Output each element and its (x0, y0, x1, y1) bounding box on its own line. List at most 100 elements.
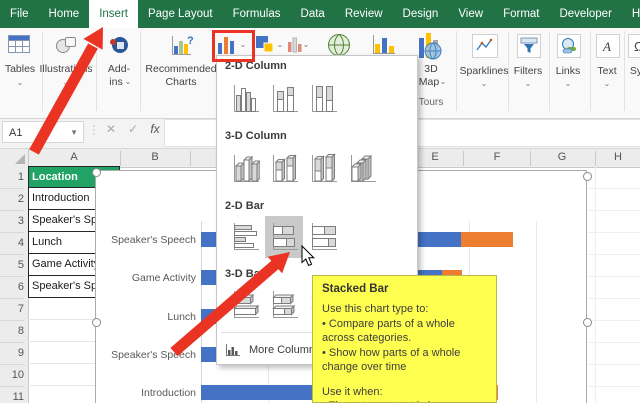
insert-hierarchy-chart-icon[interactable] (255, 34, 275, 56)
chart-handle[interactable] (583, 172, 592, 181)
name-box-dropdown-icon[interactable]: ▼ (70, 122, 78, 144)
group-divider (140, 31, 141, 111)
text-icon[interactable]: A (596, 34, 620, 58)
column-header-B[interactable]: B (151, 151, 158, 163)
3d-map-button[interactable]: 3D (424, 63, 437, 75)
maps-icon[interactable] (326, 33, 352, 57)
symbols-icon[interactable]: Ω (628, 34, 640, 58)
row-header-4[interactable]: 4 (0, 232, 24, 255)
chart-type-col3d-3d[interactable] (343, 148, 381, 190)
group-divider (549, 31, 550, 111)
menu-tab-view[interactable]: View (448, 0, 493, 28)
row-header-3[interactable]: 3 (0, 210, 24, 233)
chart-type-col3d-clustered[interactable] (226, 148, 264, 190)
tables-icon[interactable] (8, 35, 30, 54)
column-header-G[interactable]: G (558, 151, 567, 163)
chart-type-bar-clustered[interactable] (226, 216, 264, 258)
chart-type-col-100[interactable] (304, 78, 342, 120)
menu-tab-insert[interactable]: Insert (89, 0, 138, 28)
chart-handle[interactable] (92, 168, 101, 177)
column-header-E[interactable]: E (431, 151, 438, 163)
menu-tab-review[interactable]: Review (335, 0, 393, 28)
cancel-icon[interactable]: ✕ (102, 122, 120, 136)
row-header-9[interactable]: 9 (0, 342, 24, 365)
recommended-charts-button-line2[interactable]: Charts (166, 76, 197, 88)
row-header-8[interactable]: 8 (0, 320, 24, 343)
chart-type-bar-stacked[interactable] (265, 216, 303, 258)
add-ins-button-line2[interactable]: ins (109, 76, 122, 88)
gridline (28, 319, 95, 320)
chevron-down-icon[interactable]: ⌄ (277, 40, 284, 49)
name-box-value: A1 (9, 127, 22, 139)
chart-type-bar-100[interactable] (304, 216, 342, 258)
chart-type-col3d-stacked[interactable] (265, 148, 303, 190)
chart-type-bar3d-stacked[interactable] (265, 284, 303, 326)
group-divider (96, 31, 97, 111)
chart-category-label: Introduction (98, 387, 196, 399)
chart-type-col-clustered[interactable] (226, 78, 264, 120)
3d-map-button-line2[interactable]: Map (419, 76, 439, 88)
row-header-5[interactable]: 5 (0, 254, 24, 277)
col-stacked-icon (269, 83, 299, 115)
row-header-1[interactable]: 1 (0, 166, 24, 189)
chart-type-col3d-100[interactable] (304, 148, 342, 190)
chart-handle[interactable] (92, 318, 101, 327)
row-header-7[interactable]: 7 (0, 298, 24, 321)
chart-type-col-stacked[interactable] (265, 78, 303, 120)
pivotchart-icon[interactable] (371, 34, 397, 56)
chart-handle[interactable] (583, 318, 592, 327)
tooltip-line (322, 375, 487, 385)
row-header-10[interactable]: 10 (0, 364, 24, 387)
column-header-F[interactable]: F (494, 151, 501, 163)
sparklines-icon[interactable] (472, 34, 498, 58)
chart-category-label: Speaker's Speech (98, 234, 196, 246)
links-button[interactable]: Links (556, 65, 581, 77)
menu-tab-page-layout[interactable]: Page Layout (138, 0, 223, 28)
menu-tab-design[interactable]: Design (393, 0, 449, 28)
row-header-11[interactable]: 11 (0, 386, 24, 403)
chevron-down-icon[interactable]: ⌄ (303, 40, 310, 49)
name-box[interactable]: A1 ▼ (2, 121, 84, 143)
row-header-6[interactable]: 6 (0, 276, 24, 299)
chevron-down-icon: ⌄ (17, 78, 24, 87)
insert-function-icon[interactable]: fx (146, 122, 164, 136)
row-header-2[interactable]: 2 (0, 188, 24, 211)
tooltip-line: Use this chart type to: (322, 302, 487, 317)
col3d-3d-icon (347, 153, 377, 185)
more-charts-icon (225, 343, 241, 357)
menu-tab-data[interactable]: Data (291, 0, 335, 28)
header-tick (463, 151, 464, 166)
illustrations-icon[interactable] (55, 35, 77, 55)
links-icon[interactable] (557, 34, 581, 58)
recommended-charts-icon[interactable]: ? (170, 35, 194, 57)
menu-tab-file[interactable]: File (0, 0, 39, 28)
enter-icon[interactable]: ✓ (124, 122, 142, 136)
recommended-charts-button[interactable]: Recommended (145, 63, 216, 75)
illustrations-button[interactable]: Illustrations (39, 63, 92, 75)
sparklines-button[interactable]: Sparklines (459, 65, 508, 77)
insert-statistic-chart-icon[interactable] (287, 36, 303, 54)
header-tick (530, 151, 531, 166)
chart-category-label: Game Activity (98, 272, 196, 284)
bar3d-stacked-icon (269, 289, 299, 321)
menu-tab-formulas[interactable]: Formulas (223, 0, 291, 28)
3d-map-icon[interactable] (417, 31, 443, 61)
symbols-button[interactable]: Sy (630, 65, 640, 77)
add-ins-button[interactable]: Add- (108, 63, 130, 75)
text-button[interactable]: Text (597, 65, 616, 77)
excel-window: FileHomeInsertPage LayoutFormulasDataRev… (0, 0, 640, 403)
column-header-H[interactable]: H (614, 151, 622, 163)
chart-category-label: Lunch (98, 311, 196, 323)
select-all-corner[interactable] (0, 149, 29, 167)
column-header-A[interactable]: A (70, 151, 77, 163)
menu-tab-format[interactable]: Format (493, 0, 549, 28)
chart-type-bar3d-clustered[interactable] (226, 284, 264, 326)
filters-button[interactable]: Filters (514, 65, 543, 77)
menu-tab-developer[interactable]: Developer (549, 0, 621, 28)
add-ins-icon[interactable] (108, 34, 130, 55)
filters-icon[interactable] (517, 34, 541, 58)
dropdown-section-title: 3-D Column (225, 130, 287, 142)
tables-button[interactable]: Tables (5, 63, 35, 75)
menu-tab-home[interactable]: Home (39, 0, 90, 28)
menu-tab-help[interactable]: Help (622, 0, 640, 28)
